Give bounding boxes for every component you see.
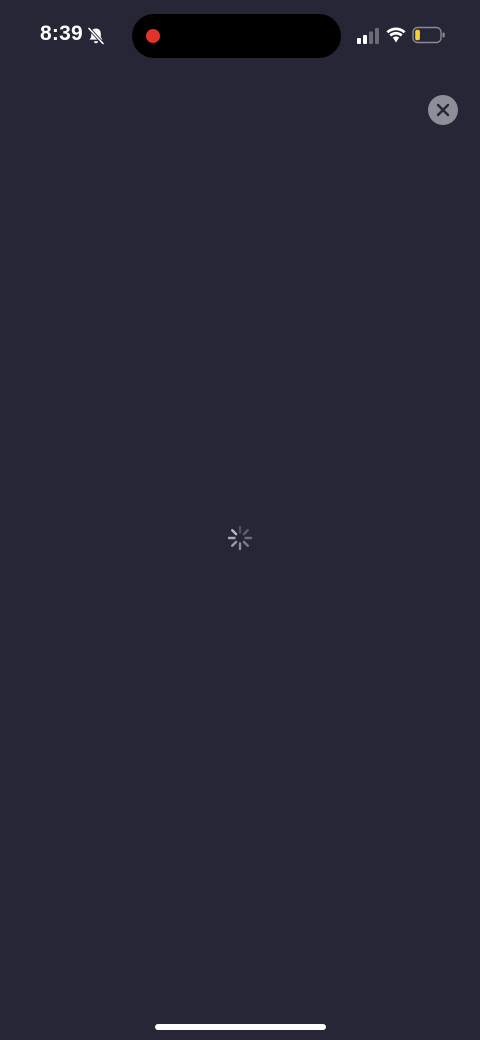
status-bar: 8:39 <box>0 0 480 72</box>
signal-bar <box>375 28 379 44</box>
status-time: 8:39 <box>40 22 83 45</box>
close-icon <box>436 103 450 117</box>
dynamic-island <box>132 14 341 58</box>
spinner-spoke <box>231 529 238 536</box>
wifi-icon <box>386 27 406 43</box>
signal-bar <box>357 38 361 44</box>
home-indicator[interactable] <box>155 1024 326 1030</box>
spinner-spoke <box>242 529 249 536</box>
signal-bar <box>363 35 367 44</box>
spinner-spoke <box>231 540 238 547</box>
recording-indicator <box>146 29 160 43</box>
cellular-signal-icon <box>357 28 379 44</box>
close-button[interactable] <box>428 95 458 125</box>
bell-slash-icon <box>87 26 105 46</box>
battery-level-fill <box>415 29 420 41</box>
spinner-spoke <box>242 540 249 547</box>
battery-icon <box>412 26 445 44</box>
activity-spinner-icon <box>227 525 253 551</box>
signal-bar <box>369 31 373 44</box>
